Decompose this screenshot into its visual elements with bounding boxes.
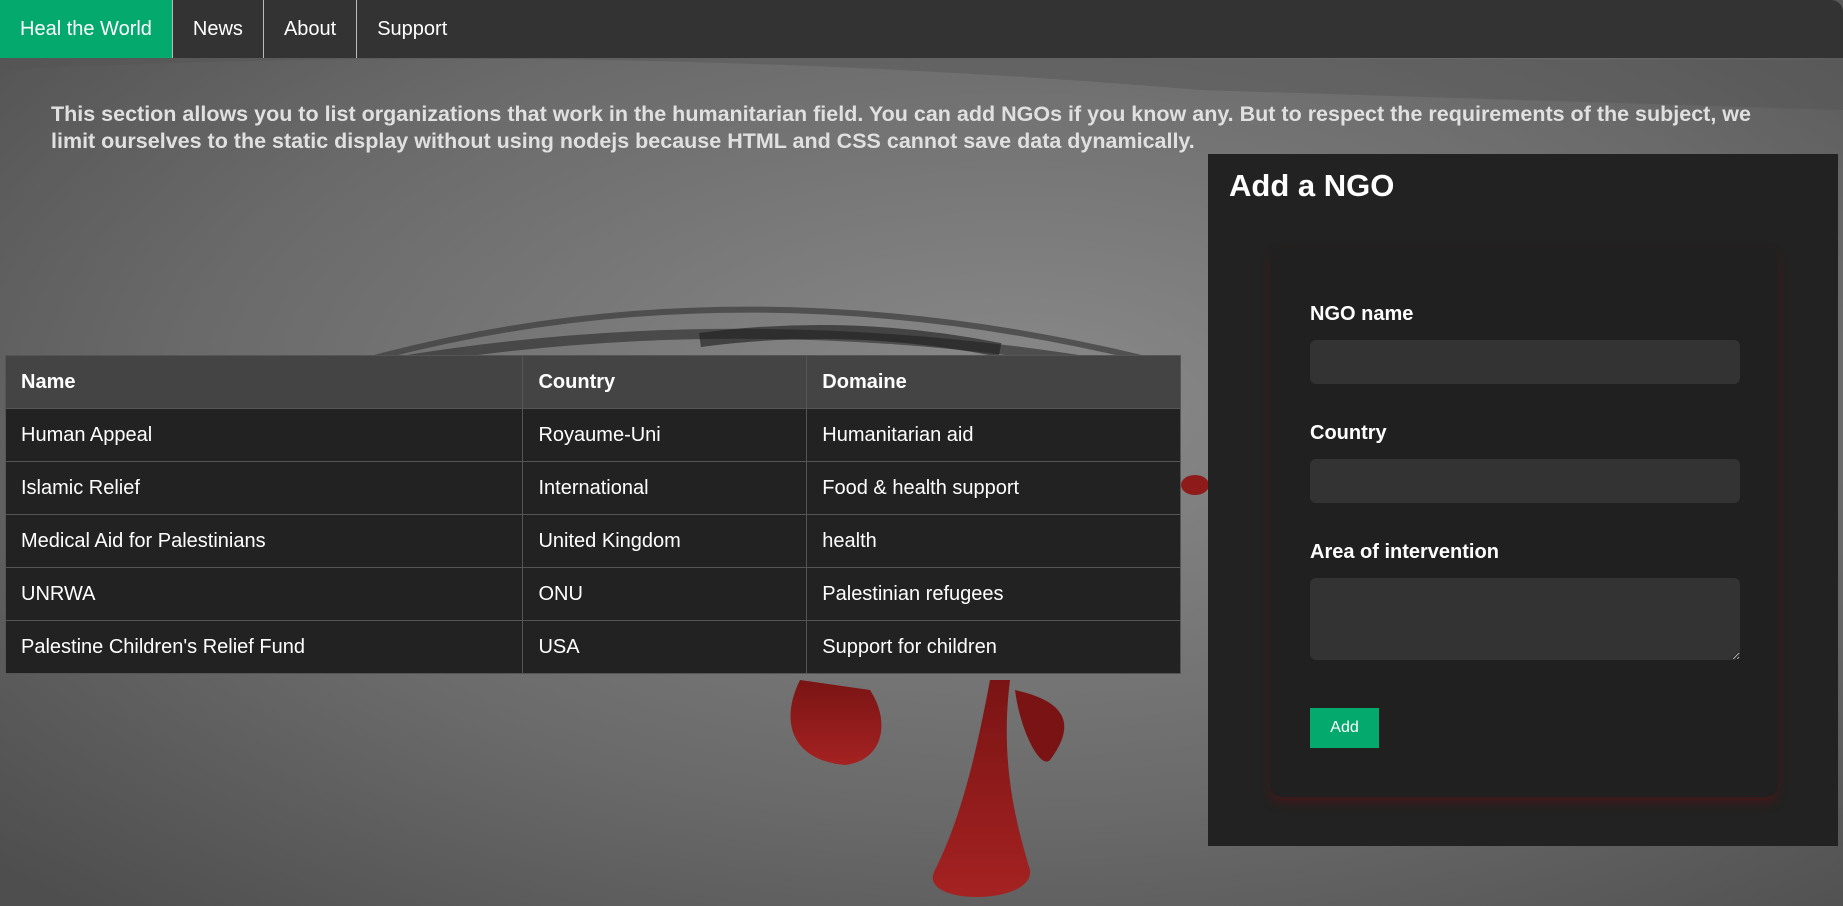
cell-country: USA	[522, 620, 808, 674]
ngo-name-input[interactable]	[1310, 340, 1740, 384]
nav-item-news[interactable]: News	[173, 0, 264, 58]
top-navbar: Heal the World News About Support	[0, 0, 1843, 58]
cell-domain: health	[806, 514, 1181, 568]
cell-domain: Food & health support	[806, 461, 1181, 515]
cell-country: International	[522, 461, 808, 515]
ngo-table: Name Country Domaine Human Appeal Royaum…	[4, 355, 1181, 674]
column-header-name: Name	[4, 355, 524, 409]
table-header-row: Name Country Domaine	[4, 355, 1181, 409]
cell-name: Palestine Children's Relief Fund	[4, 620, 524, 674]
table-row: Palestine Children's Relief Fund USA Sup…	[4, 620, 1181, 674]
table-row: Human Appeal Royaume-Uni Humanitarian ai…	[4, 408, 1181, 462]
table-row: UNRWA ONU Palestinian refugees	[4, 567, 1181, 621]
add-button[interactable]: Add	[1310, 708, 1379, 748]
nav-item-heal-the-world[interactable]: Heal the World	[0, 0, 173, 58]
area-textarea[interactable]	[1310, 578, 1740, 660]
cell-name: Human Appeal	[4, 408, 524, 462]
cell-domain: Humanitarian aid	[806, 408, 1181, 462]
cell-country: Royaume-Uni	[522, 408, 808, 462]
area-label: Area of intervention	[1310, 541, 1499, 563]
cell-name: Islamic Relief	[4, 461, 524, 515]
cell-country: United Kingdom	[522, 514, 808, 568]
nav-item-about[interactable]: About	[264, 0, 358, 58]
column-header-country: Country	[522, 355, 808, 409]
column-header-domain: Domaine	[806, 355, 1181, 409]
country-input[interactable]	[1310, 459, 1740, 503]
ngo-name-label: NGO name	[1310, 303, 1414, 325]
add-ngo-panel: Add a NGO NGO name Country Area of inter…	[1208, 154, 1838, 846]
intro-text: This section allows you to list organiza…	[51, 102, 1751, 153]
cell-name: UNRWA	[4, 567, 524, 621]
cell-country: ONU	[522, 567, 808, 621]
cell-domain: Palestinian refugees	[806, 567, 1181, 621]
country-label: Country	[1310, 422, 1387, 444]
cell-domain: Support for children	[806, 620, 1181, 674]
table-row: Islamic Relief International Food & heal…	[4, 461, 1181, 515]
form-title: Add a NGO	[1229, 168, 1395, 203]
nav-item-support[interactable]: Support	[357, 0, 467, 58]
add-ngo-form: NGO name Country Area of intervention Ad…	[1270, 247, 1778, 797]
cell-name: Medical Aid for Palestinians	[4, 514, 524, 568]
table-row: Medical Aid for Palestinians United King…	[4, 514, 1181, 568]
